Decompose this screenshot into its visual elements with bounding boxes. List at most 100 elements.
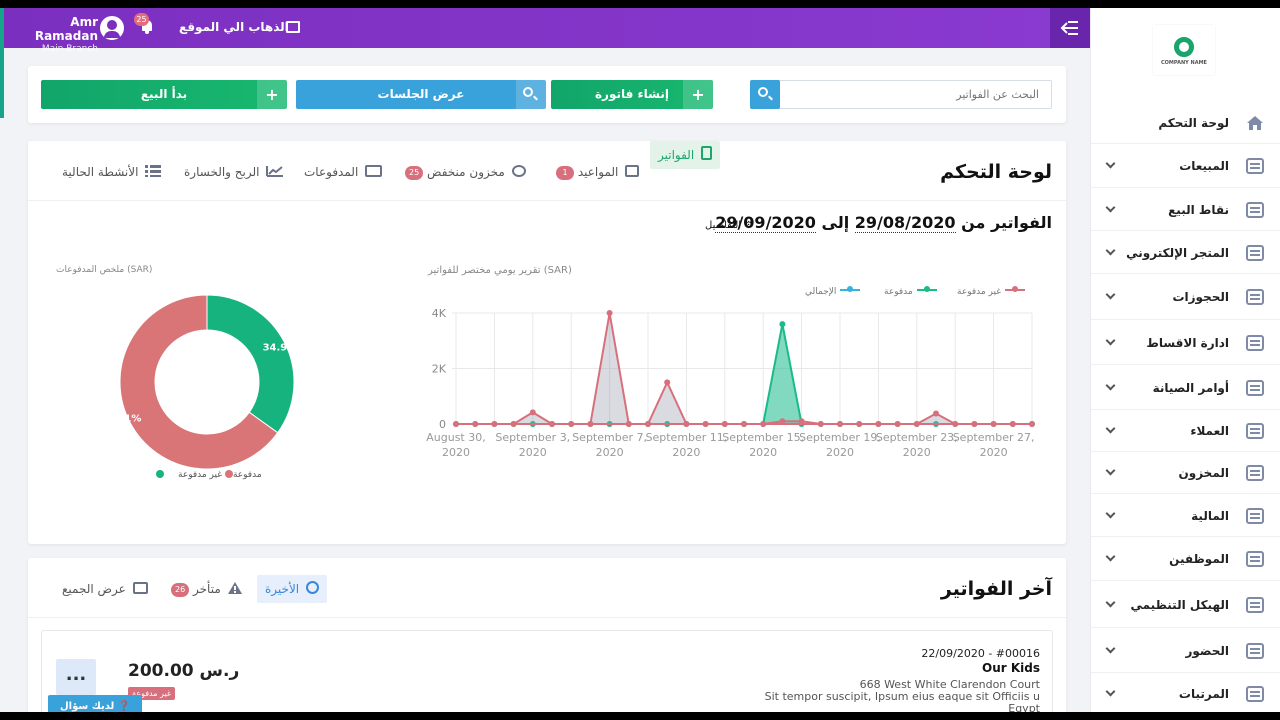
user-info[interactable]: Amr Ramadan Main Branch	[12, 15, 98, 55]
search-button[interactable]	[750, 80, 780, 109]
range-to-word: إلى	[821, 213, 850, 232]
divider	[28, 617, 1066, 618]
latest-invoices-title: آخر الفواتير	[940, 578, 1052, 600]
invoice-row[interactable]: 22/09/2020 - #00016 Our Kids 668 West Wh…	[41, 630, 1053, 712]
store-icon	[286, 21, 300, 33]
chevron-down-icon	[1105, 643, 1116, 653]
invoice-address-line2: Sit tempor suscipit, Ipsum eius eaque si…	[764, 690, 1040, 703]
data-point	[971, 421, 978, 427]
sidebar-item-6[interactable]: أوامر الصيانة	[1091, 365, 1280, 410]
sidebar-item-0[interactable]: لوحة التحكم	[1091, 102, 1280, 144]
sidebar-item-3[interactable]: المتجر الإلكتروني	[1091, 231, 1280, 274]
data-point	[1009, 421, 1016, 427]
sidebar-item-11[interactable]: الهيكل التنظيمي	[1091, 581, 1280, 628]
tab-invoices[interactable]: الفواتير	[650, 141, 721, 169]
donut-slice[interactable]	[206, 294, 295, 434]
sidebar-item-5[interactable]: ادارة الاقساط	[1091, 320, 1280, 365]
tab-view-all[interactable]: عرض الجميع	[62, 575, 148, 603]
data-point	[1029, 421, 1035, 427]
sidebar-item-label: لوحة التحكم	[1158, 116, 1229, 130]
visit-site-link[interactable]: الذهاب الي الموقع	[179, 20, 289, 34]
legend-unpaid[interactable]: غير مدفوعة	[957, 286, 1025, 297]
data-point	[472, 421, 479, 427]
credit-card-icon	[365, 165, 383, 177]
donut-legend-item[interactable]: غير مدفوعة	[178, 470, 233, 480]
invoice-amount: 200.00 ر.س	[128, 661, 240, 681]
collapse-sidebar-button[interactable]	[1050, 8, 1090, 48]
sidebar-item-10[interactable]: الموظفين	[1091, 537, 1280, 581]
details-link[interactable]: التفاصيل ⚙	[705, 220, 753, 231]
x-tick-label: September 11, 2020	[646, 431, 728, 459]
invoice-search-input[interactable]	[781, 81, 1051, 108]
sidebar-item-12[interactable]: الحضور	[1091, 628, 1280, 673]
date-range-heading: الفواتير من 29/08/2020 إلى 29/09/2020	[715, 213, 1052, 233]
installments-icon	[1246, 334, 1264, 351]
x-tick-label: September 19, 2020	[799, 431, 881, 459]
start-sale-button[interactable]: بدأ البيع +	[41, 80, 287, 109]
x-tick-label: September 3, 2020	[495, 431, 570, 459]
sidebar-item-8[interactable]: المخزون	[1091, 452, 1280, 494]
create-invoice-button[interactable]: إنشاء فاتورة +	[551, 80, 713, 109]
legend-paid[interactable]: مدفوعة	[884, 286, 937, 297]
legend-label: غير مدفوعة	[178, 470, 222, 480]
y-tick-label: 2K	[432, 363, 447, 376]
search-icon	[516, 80, 546, 109]
gear-icon: ⚙	[744, 220, 754, 231]
legend-dot	[156, 470, 164, 478]
data-point	[683, 421, 690, 427]
data-point	[568, 421, 575, 427]
tab-profit-label: الربح والخسارة	[184, 165, 260, 179]
clock-icon	[305, 581, 319, 594]
tab-appointments[interactable]: 1 المواعيد	[556, 158, 640, 186]
chevron-down-icon	[1105, 380, 1116, 390]
sidebar-item-13[interactable]: المرتبات	[1091, 673, 1280, 712]
tab-recent[interactable]: الأخيرة	[257, 575, 327, 603]
x-tick-label: August 30, 2020	[426, 431, 486, 459]
boxes-icon	[511, 165, 526, 177]
legend-total[interactable]: الإجمالي	[805, 286, 861, 297]
range-from[interactable]: 29/08/2020	[854, 213, 956, 233]
tab-activities-label: الأنشطة الحالية	[62, 165, 139, 179]
question-icon: ❓	[117, 701, 131, 712]
data-point	[760, 421, 767, 427]
sidebar-item-9[interactable]: المالية	[1091, 494, 1280, 537]
tab-payments[interactable]: المدفوعات	[304, 158, 383, 186]
store-icon	[1246, 244, 1264, 261]
notification-badge: 25	[134, 13, 149, 26]
tab-overdue[interactable]: 26 متأخر	[171, 575, 242, 603]
sidebar-item-label: الموظفين	[1169, 552, 1229, 566]
tab-profit-loss[interactable]: الربح والخسارة	[184, 158, 284, 186]
line-chart: 02K4KAugust 30, 2020September 3, 2020Septe…	[426, 307, 1035, 459]
company-logo[interactable]: COMPANY NAME	[1153, 25, 1215, 75]
donut-legend: مدفوعة غير مدفوعة	[153, 470, 262, 480]
data-point	[510, 421, 517, 427]
chevron-down-icon	[1105, 423, 1116, 434]
chevron-down-icon	[1105, 245, 1116, 255]
data-point	[702, 421, 709, 427]
view-sessions-button[interactable]: عرض الجلسات	[296, 80, 546, 109]
sales-icon	[1246, 158, 1264, 174]
more-actions-button[interactable]: ...	[56, 659, 96, 695]
sidebar-item-2[interactable]: نقاط البيع	[1091, 188, 1280, 231]
start-sale-label: بدأ البيع	[140, 87, 188, 101]
help-button[interactable]: لديك سؤال ❓	[48, 695, 143, 712]
tab-activities[interactable]: الأنشطة الحالية	[62, 158, 162, 186]
data-point	[798, 418, 805, 425]
avatar-icon[interactable]	[100, 16, 124, 40]
donut-value-label: 65.1%	[107, 413, 141, 424]
tab-low-stock[interactable]: 25 مخزون منخفض	[405, 158, 526, 186]
chevron-down-icon	[1105, 465, 1116, 476]
sidebar-item-1[interactable]: المبيعات	[1091, 144, 1280, 188]
employees-icon	[1246, 551, 1264, 567]
data-point	[645, 421, 651, 427]
chevron-down-icon	[1105, 597, 1116, 607]
inventory-icon	[1246, 465, 1264, 481]
sidebar-item-7[interactable]: العملاء	[1091, 410, 1280, 452]
legend-label: مدفوعة	[232, 470, 262, 480]
sidebar-item-label: المتجر الإلكتروني	[1126, 245, 1229, 260]
chevron-down-icon	[1105, 289, 1116, 300]
tab-overdue-label: متأخر	[193, 582, 221, 596]
sidebar-item-4[interactable]: الحجوزات	[1091, 274, 1280, 320]
sidebar-item-label: المخزون	[1178, 466, 1229, 480]
x-tick-label: September 23, 2020	[876, 431, 958, 459]
